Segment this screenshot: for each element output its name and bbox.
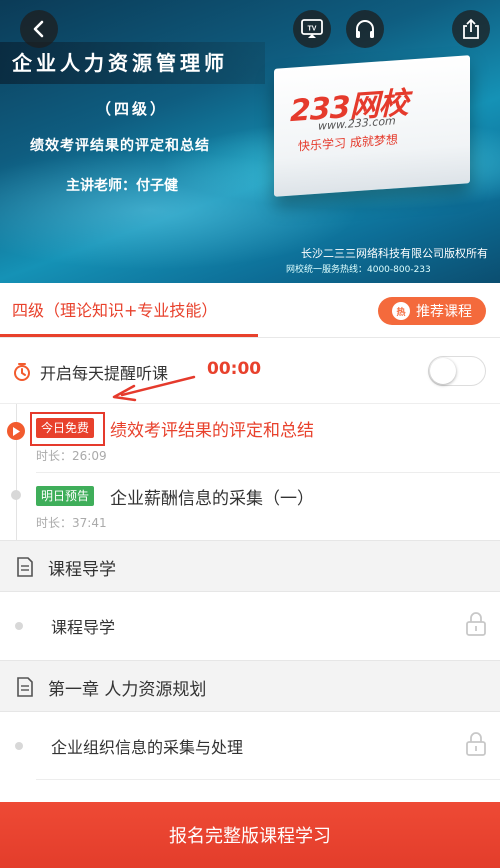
recommend-courses-label: 推荐课程	[416, 304, 472, 320]
headphones-icon	[356, 20, 374, 38]
banner-copyright: 长沙二三三网络科技有限公司版权所有	[301, 247, 488, 260]
share-icon	[463, 18, 479, 39]
item-title: 企业组织信息的采集与处理	[51, 738, 244, 757]
reminder-time[interactable]: 00:00	[207, 359, 261, 379]
recommend-courses-button[interactable]: 热 推荐课程	[378, 297, 486, 325]
banner-level: （四级）	[96, 100, 169, 118]
annotation-arrow-icon	[112, 375, 196, 402]
lock-icon	[466, 732, 486, 756]
lesson-duration: 时长：37:41	[36, 516, 107, 530]
course-tab-bar: 四级（理论知识+专业技能） 热 推荐课程	[0, 283, 500, 338]
toggle-knob	[430, 358, 456, 384]
reminder-toggle[interactable]	[428, 356, 486, 386]
tab-active-underline	[0, 334, 258, 337]
list-divider	[36, 779, 500, 780]
banner-teacher: 主讲老师：付子健	[66, 178, 178, 194]
section-header[interactable]: 第一章 人力资源规划	[0, 660, 500, 712]
section-header[interactable]: 课程导学	[0, 540, 500, 592]
audio-button[interactable]	[346, 10, 384, 48]
banner-lesson-title: 绩效考评结果的评定和总结	[30, 138, 210, 154]
lesson-item-tomorrow[interactable]: 明日预告 企业薪酬信息的采集（一） 时长：37:41	[0, 473, 500, 540]
timeline-dot	[11, 490, 21, 500]
lesson-duration: 时长：26:09	[36, 449, 107, 463]
play-icon	[7, 422, 25, 440]
list-item[interactable]: 课程导学	[0, 592, 500, 659]
lesson-title: 绩效考评结果的评定和总结	[110, 421, 314, 441]
chevron-left-icon	[33, 20, 44, 38]
document-icon	[17, 557, 33, 577]
section-title: 课程导学	[48, 560, 116, 580]
preview-tomorrow-badge: 明日预告	[36, 486, 95, 506]
tv-cast-icon: TV	[301, 19, 323, 38]
item-title: 课程导学	[51, 618, 116, 637]
tv-label: TV	[308, 26, 317, 33]
share-button[interactable]	[452, 10, 490, 48]
alarm-clock-icon	[14, 363, 30, 381]
timeline-dot	[15, 742, 23, 750]
lesson-title: 企业薪酬信息的采集（一）	[110, 489, 314, 509]
lock-icon	[466, 612, 486, 636]
course-banner[interactable]: 企业人力资源管理师 （四级） 绩效考评结果的评定和总结 主讲老师：付子健 233…	[0, 0, 500, 283]
highlight-annotation-box	[30, 412, 105, 446]
daily-reminder-row: 开启每天提醒听课 00:00	[0, 338, 500, 404]
section-title: 第一章 人力资源规划	[48, 680, 207, 700]
hot-icon: 热	[392, 302, 410, 320]
banner-hotline: 网校统一服务热线：4000-800-233	[286, 265, 431, 275]
tab-course-level[interactable]: 四级（理论知识+专业技能）	[12, 283, 217, 338]
enroll-full-course-button[interactable]: 报名完整版课程学习	[0, 802, 500, 868]
list-item[interactable]: 企业组织信息的采集与处理	[0, 712, 500, 779]
timeline-dot	[15, 622, 23, 630]
back-button[interactable]	[20, 10, 58, 48]
tv-cast-button[interactable]: TV	[293, 10, 331, 48]
document-icon	[17, 677, 33, 697]
banner-course-title: 企业人力资源管理师	[0, 42, 265, 84]
